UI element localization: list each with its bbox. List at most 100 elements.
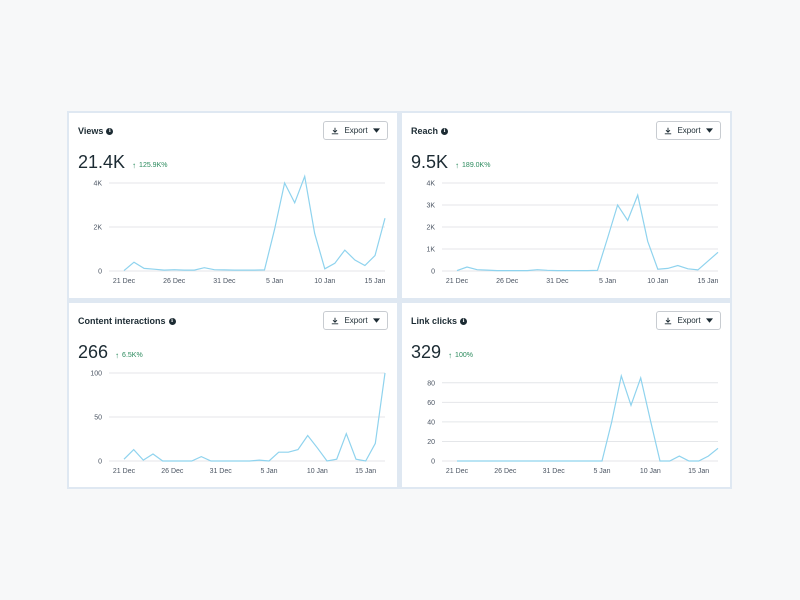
x-tick-label: 26 Dec (161, 468, 184, 475)
metric-value: 266 (78, 342, 109, 362)
y-tick-label: 4K (93, 181, 102, 188)
metric-change-value: 100% (455, 352, 473, 359)
x-tick-label: 10 Jan (647, 278, 668, 285)
card-title-label: Link clicks (411, 316, 458, 326)
card-title-label: Views (78, 126, 104, 136)
arrow-up-icon: ↑ (455, 161, 460, 170)
card-title: Views i (78, 126, 114, 136)
export-button[interactable]: Export (323, 121, 388, 140)
reach-card: Reach i Export 9.5K ↑ 189.0K% 0 1K 2K 3K 4K 2… (402, 113, 730, 298)
y-tick-label: 0 (431, 269, 435, 276)
line-chart: 0 20 40 60 80 21 Dec 26 Dec 31 Dec 5 Jan 10 Jan 15… (427, 373, 719, 475)
metric-change-value: 125.9K% (139, 162, 168, 169)
card-title: Link clicks i (411, 316, 468, 326)
y-tick-label: 40 (427, 419, 435, 426)
x-tick-label: 15 Jan (697, 278, 718, 285)
series-line (456, 193, 719, 272)
content-interactions-card: Content interactions i Export 266 ↑ 6.5K… (69, 303, 397, 487)
x-tick-label: 21 Dec (446, 278, 469, 285)
metric-change: ↑ 189.0K% (455, 161, 490, 170)
export-label: Export (344, 316, 368, 325)
export-button[interactable]: Export (323, 311, 388, 330)
caret-down-icon (705, 318, 713, 323)
x-tick-label: 21 Dec (446, 468, 469, 475)
info-icon[interactable]: i (460, 317, 468, 325)
x-tick-label: 5 Jan (260, 468, 277, 475)
arrow-up-icon: ↑ (448, 351, 453, 360)
metric-change: ↑ 125.9K% (132, 161, 167, 170)
x-tick-label: 5 Jan (266, 278, 283, 285)
x-tick-label: 21 Dec (113, 278, 136, 285)
y-tick-label: 2K (93, 225, 102, 232)
x-tick-label: 26 Dec (496, 278, 519, 285)
line-chart: 0 50 100 21 Dec 26 Dec 31 Dec 5 Jan 10 Jan 15 Ja… (90, 371, 386, 475)
x-tick-label: 5 Jan (593, 468, 610, 475)
card-title-label: Reach (411, 126, 439, 136)
export-label: Export (677, 316, 701, 325)
x-tick-label: 26 Dec (163, 278, 186, 285)
card-title: Reach i (411, 126, 449, 136)
x-tick-label: 31 Dec (213, 278, 236, 285)
card-title: Content interactions i (78, 316, 176, 326)
y-tick-label: 80 (427, 380, 435, 387)
arrow-up-icon: ↑ (115, 351, 120, 360)
metric-value: 21.4K (78, 152, 126, 172)
info-icon[interactable]: i (168, 317, 176, 325)
metric: 9.5K ↑ 189.0K% (411, 152, 490, 173)
y-tick-label: 3K (426, 203, 435, 210)
export-button[interactable]: Export (656, 311, 721, 330)
download-icon (332, 317, 339, 324)
series-line (457, 373, 719, 462)
series-line (123, 174, 386, 272)
y-tick-label: 0 (98, 269, 102, 276)
metric-value: 9.5K (411, 152, 449, 172)
line-chart: 0 2K 4K 21 Dec 26 Dec 31 Dec 5 Jan 10 Jan 15 Jan (93, 174, 386, 285)
x-tick-label: 31 Dec (543, 468, 566, 475)
x-tick-label: 5 Jan (599, 278, 616, 285)
x-tick-label: 31 Dec (210, 468, 233, 475)
y-tick-label: 1K (426, 247, 435, 254)
metric-change: ↑ 6.5K% (115, 351, 143, 360)
arrow-up-icon: ↑ (132, 161, 137, 170)
caret-down-icon (372, 128, 380, 133)
y-tick-label: 50 (94, 415, 102, 422)
y-tick-label: 60 (427, 400, 435, 407)
views-card: Views i Export 21.4K ↑ 125.9K% 0 2K 4K 21 D… (69, 113, 397, 298)
download-icon (665, 127, 672, 134)
y-tick-label: 2K (426, 225, 435, 232)
metric: 329 ↑ 100% (411, 342, 473, 363)
x-tick-label: 15 Jan (355, 468, 376, 475)
metric-change-value: 189.0K% (462, 162, 491, 169)
line-chart: 0 1K 2K 3K 4K 21 Dec 26 Dec 31 Dec 5 Jan 10 Jan 15… (426, 181, 719, 286)
metric-change-value: 6.5K% (122, 352, 143, 359)
info-icon[interactable]: i (106, 127, 114, 135)
x-tick-label: 21 Dec (113, 468, 136, 475)
metric-value: 329 (411, 342, 442, 362)
export-label: Export (344, 126, 368, 135)
y-tick-label: 0 (431, 459, 435, 466)
link-clicks-card: Link clicks i Export 329 ↑ 100% 0 20 40 60 8… (402, 303, 730, 487)
y-tick-label: 100 (90, 371, 102, 378)
caret-down-icon (372, 318, 380, 323)
export-button[interactable]: Export (656, 121, 721, 140)
dashboard-grid: Views i Export 21.4K ↑ 125.9K% 0 2K 4K 21 D… (67, 111, 732, 489)
x-tick-label: 15 Jan (688, 468, 709, 475)
x-tick-label: 10 Jan (307, 468, 328, 475)
caret-down-icon (705, 128, 713, 133)
metric: 21.4K ↑ 125.9K% (78, 152, 167, 173)
download-icon (332, 127, 339, 134)
x-tick-label: 26 Dec (494, 468, 517, 475)
x-tick-label: 10 Jan (640, 468, 661, 475)
x-tick-label: 10 Jan (314, 278, 335, 285)
y-tick-label: 0 (98, 459, 102, 466)
metric: 266 ↑ 6.5K% (78, 342, 143, 363)
metric-change: ↑ 100% (448, 351, 473, 360)
download-icon (665, 317, 672, 324)
x-tick-label: 31 Dec (546, 278, 569, 285)
y-tick-label: 4K (426, 181, 435, 188)
x-tick-label: 15 Jan (364, 278, 385, 285)
export-label: Export (677, 126, 701, 135)
info-icon[interactable]: i (441, 127, 449, 135)
card-title-label: Content interactions (78, 316, 166, 326)
y-tick-label: 20 (427, 439, 435, 446)
